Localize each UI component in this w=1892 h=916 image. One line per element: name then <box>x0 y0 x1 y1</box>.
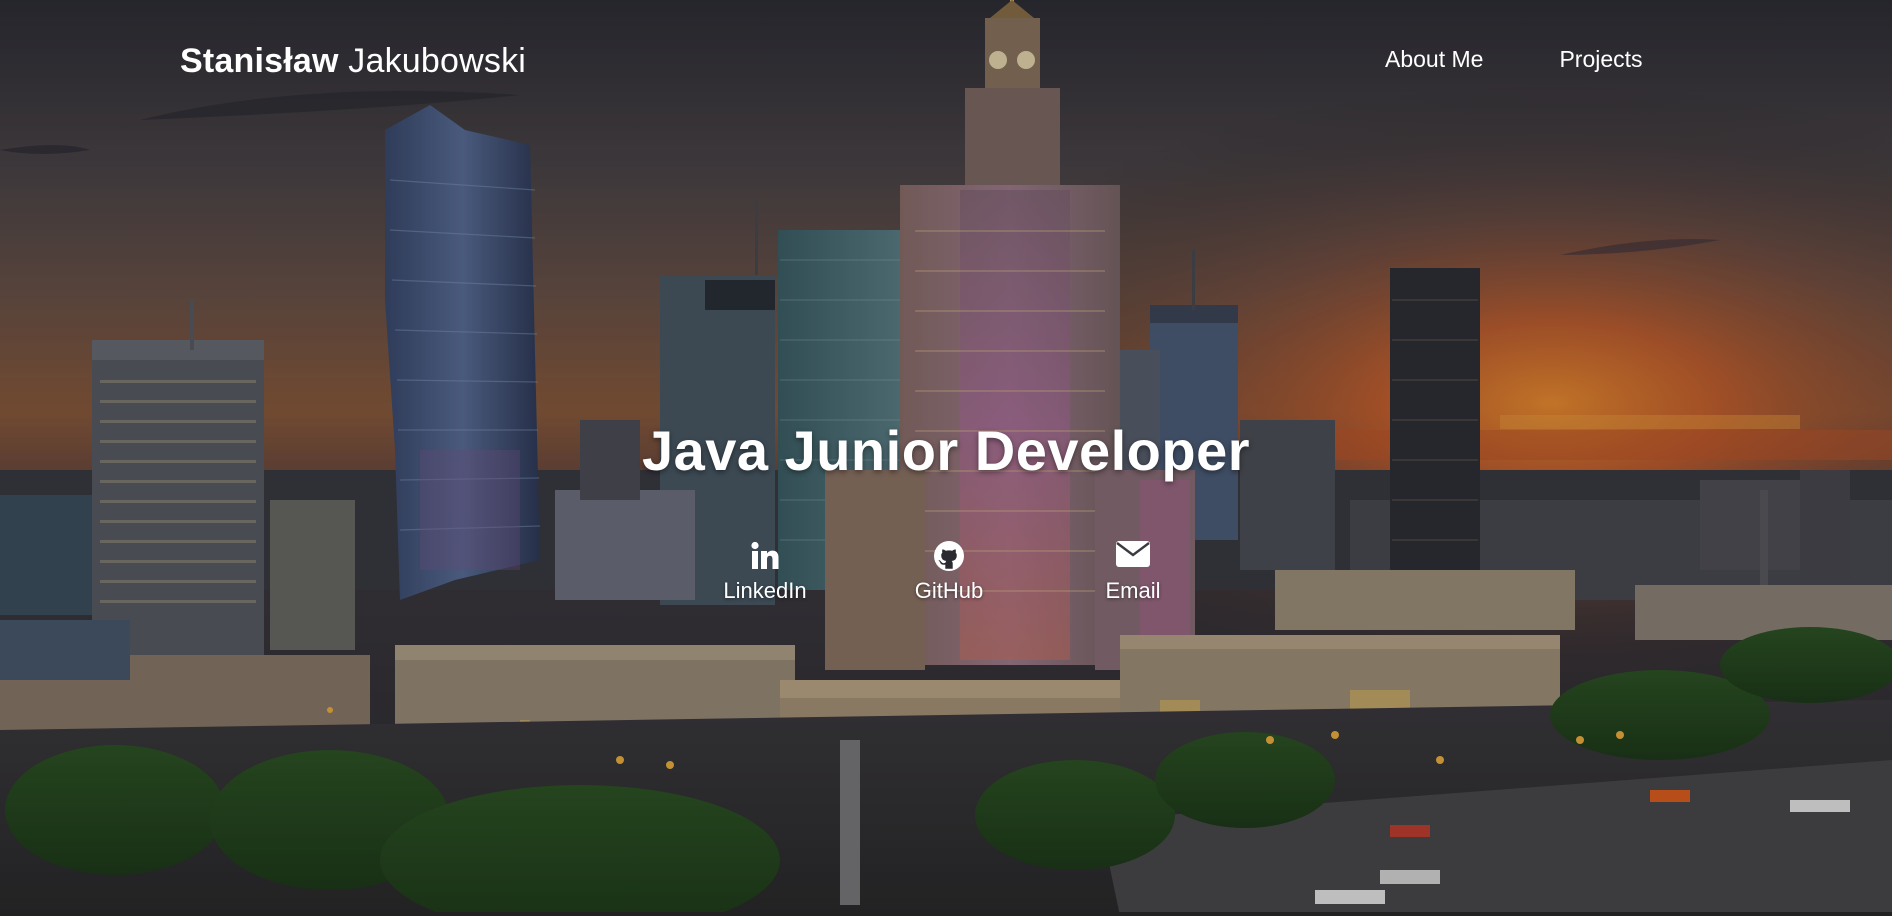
linkedin-label: LinkedIn <box>723 578 807 603</box>
github-link[interactable]: GitHub <box>879 540 1019 604</box>
github-icon <box>879 540 1019 574</box>
hero-headline: Java Junior Developer <box>641 419 1251 482</box>
brand-last-name: Jakubowski <box>348 42 527 80</box>
linkedin-icon <box>695 540 835 574</box>
github-label: GitHub <box>914 578 984 603</box>
nav-projects[interactable]: Projects <box>1559 46 1642 73</box>
bottom-edge <box>0 912 1892 916</box>
top-nav: About Me Projects <box>1385 46 1643 73</box>
linkedin-link[interactable]: LinkedIn <box>695 540 835 604</box>
email-label: Email <box>1105 578 1161 603</box>
hero-section: Stanisław Jakubowski About Me Projects J… <box>0 0 1892 916</box>
site-brand[interactable]: Stanisław Jakubowski <box>180 42 526 81</box>
nav-about-me[interactable]: About Me <box>1385 46 1483 73</box>
brand-first-name: Stanisław <box>180 42 339 80</box>
social-links: LinkedIn GitHub Email <box>0 540 1892 610</box>
email-link[interactable]: Email <box>1063 540 1203 604</box>
envelope-icon <box>1063 540 1203 574</box>
